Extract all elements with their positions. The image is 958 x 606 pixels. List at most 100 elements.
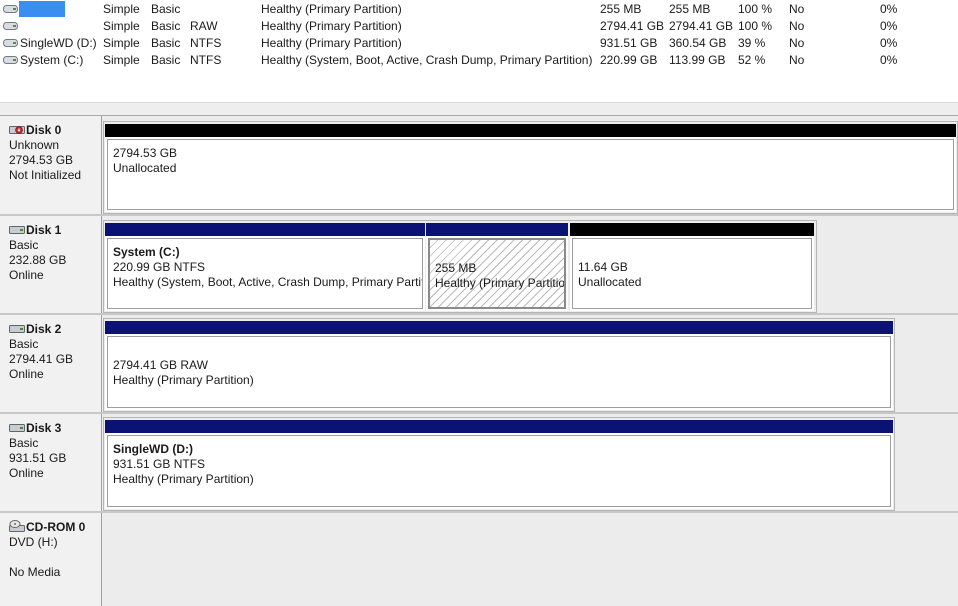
volume-capacity: 2794.41 GB	[600, 19, 665, 33]
volume-fault-tolerance: No	[789, 2, 805, 16]
primary-partition-bar	[426, 223, 568, 236]
volume-file-system: NTFS	[190, 53, 222, 67]
disk-title: Disk 2	[26, 322, 62, 336]
partition-frame: SingleWD (D:) 931.51 GB NTFS Healthy (Pr…	[103, 417, 895, 511]
partition-title: System (C:)	[113, 245, 180, 259]
partition-frame: 2794.53 GB Unallocated	[103, 121, 958, 214]
volume-overhead: 0%	[880, 53, 898, 67]
volume-name: System (C:)	[20, 53, 84, 67]
volume-row[interactable]: SingleWD (D:) Simple Basic NTFS Healthy …	[0, 35, 958, 52]
disk-row-0: Disk 0 Unknown 2794.53 GB Not Initialize…	[0, 116, 958, 214]
volume-overhead: 0%	[880, 19, 898, 33]
partition-body: SingleWD (D:) 931.51 GB NTFS Healthy (Pr…	[107, 435, 891, 507]
disk-label[interactable]: CD-ROM 0 DVD (H:) No Media	[0, 513, 102, 606]
partition-status: Healthy (Primary Partition)	[113, 373, 254, 387]
volume-layout: Simple	[103, 36, 140, 50]
disk-icon	[9, 424, 25, 432]
volume-row[interactable]: Simple Basic RAW Healthy (Primary Partit…	[0, 18, 958, 35]
disk-title: Disk 1	[26, 223, 62, 237]
volume-name: SingleWD (D:)	[20, 36, 97, 50]
volume-free-space: 255 MB	[669, 2, 711, 16]
disk-label[interactable]: Disk 3 Basic 931.51 GB Online	[0, 414, 102, 511]
volume-free-space: 2794.41 GB	[669, 19, 734, 33]
volume-type: Basic	[151, 53, 181, 67]
disk-state: Online	[9, 268, 44, 282]
volume-layout: Simple	[103, 53, 140, 67]
disk-type: Basic	[9, 436, 39, 450]
partition-status: Healthy (System, Boot, Active, Crash Dum…	[113, 275, 423, 289]
pane-splitter[interactable]	[0, 102, 958, 116]
volume-capacity: 220.99 GB	[600, 53, 658, 67]
disk-row-cdrom: CD-ROM 0 DVD (H:) No Media	[0, 513, 958, 606]
volume-layout: Simple	[103, 2, 140, 16]
volume-icon	[3, 39, 18, 47]
volume-icon	[3, 5, 18, 13]
disk-label[interactable]: Disk 1 Basic 232.88 GB Online	[0, 216, 102, 313]
partition-255mb[interactable]: 255 MB Healthy (Primary Partition)	[426, 223, 568, 311]
partition-singlewd-d[interactable]: SingleWD (D:) 931.51 GB NTFS Healthy (Pr…	[105, 420, 893, 509]
partition-size: 11.64 GB	[578, 260, 628, 274]
volume-overhead: 0%	[880, 36, 898, 50]
volume-icon	[3, 56, 18, 64]
volume-capacity: 255 MB	[600, 2, 642, 16]
volume-file-system: RAW	[190, 19, 218, 33]
cdrom-icon	[9, 520, 25, 532]
disk-state: Online	[9, 367, 44, 381]
partition-frame: 2794.41 GB RAW Healthy (Primary Partitio…	[103, 318, 895, 412]
volume-type: Basic	[151, 36, 181, 50]
disk-icon	[9, 325, 25, 333]
partition-raw[interactable]: 2794.41 GB RAW Healthy (Primary Partitio…	[105, 321, 893, 410]
volume-icon	[3, 22, 18, 30]
primary-partition-bar	[105, 321, 893, 334]
volume-free-space: 113.99 GB	[669, 53, 726, 67]
volume-layout: Simple	[103, 19, 140, 33]
primary-partition-bar	[105, 420, 893, 433]
partition-status: Healthy (Primary Partition)	[113, 472, 254, 486]
volume-fault-tolerance: No	[789, 19, 805, 33]
disk-size: 2794.53 GB	[9, 153, 74, 167]
volume-type: Basic	[151, 19, 181, 33]
disk-type: DVD (H:)	[9, 535, 58, 549]
volume-file-system: NTFS	[190, 36, 222, 50]
partition-status: Healthy (Primary Partition)	[435, 276, 566, 290]
volume-fault-tolerance: No	[789, 36, 805, 50]
primary-partition-bar	[105, 223, 425, 236]
disk-row-1: Disk 1 Basic 232.88 GB Online System (C:…	[0, 216, 958, 313]
disk-warning-icon	[9, 126, 25, 134]
disk-row-3: Disk 3 Basic 931.51 GB Online SingleWD (…	[0, 414, 958, 511]
disk-label[interactable]: Disk 0 Unknown 2794.53 GB Not Initialize…	[0, 116, 102, 214]
partition-unallocated[interactable]: 2794.53 GB Unallocated	[105, 124, 956, 212]
volume-list: Simple Basic Healthy (Primary Partition)…	[0, 0, 958, 102]
disk-title: CD-ROM 0	[26, 520, 86, 534]
volume-free-space: 360.54 GB	[669, 36, 727, 50]
partition-body: 11.64 GB Unallocated	[572, 238, 812, 309]
unallocated-bar	[105, 124, 956, 137]
volume-status: Healthy (Primary Partition)	[261, 36, 402, 50]
partition-body: 2794.41 GB RAW Healthy (Primary Partitio…	[107, 336, 891, 408]
partition-status: Unallocated	[578, 275, 642, 289]
partition-system-c[interactable]: System (C:) 220.99 GB NTFS Healthy (Syst…	[105, 223, 425, 311]
volume-fault-tolerance: No	[789, 53, 805, 67]
partition-size: 2794.41 GB RAW	[113, 358, 208, 372]
disk-type: Unknown	[9, 138, 60, 152]
volume-status: Healthy (Primary Partition)	[261, 2, 402, 16]
disk-state: Online	[9, 466, 44, 480]
volume-capacity: 931.51 GB	[600, 36, 658, 50]
volume-percent-free: 100 %	[738, 19, 773, 33]
disk-type: Basic	[9, 337, 39, 351]
disk-size	[9, 550, 101, 565]
disk-icon	[9, 226, 25, 234]
partition-body: 2794.53 GB Unallocated	[107, 139, 954, 210]
partition-unallocated[interactable]: 11.64 GB Unallocated	[570, 223, 814, 311]
volume-status: Healthy (Primary Partition)	[261, 19, 402, 33]
volume-row[interactable]: Simple Basic Healthy (Primary Partition)…	[0, 1, 958, 18]
volume-overhead: 0%	[880, 2, 898, 16]
partition-title: SingleWD (D:)	[113, 442, 193, 456]
disk-size: 931.51 GB	[9, 451, 67, 465]
disk-map: Disk 0 Unknown 2794.53 GB Not Initialize…	[0, 116, 958, 606]
disk-size: 2794.41 GB	[9, 352, 74, 366]
volume-row[interactable]: System (C:) Simple Basic NTFS Healthy (S…	[0, 52, 958, 69]
volume-status: Healthy (System, Boot, Active, Crash Dum…	[261, 53, 593, 67]
partition-body-selected: 255 MB Healthy (Primary Partition)	[428, 238, 566, 309]
disk-label[interactable]: Disk 2 Basic 2794.41 GB Online	[0, 315, 102, 412]
